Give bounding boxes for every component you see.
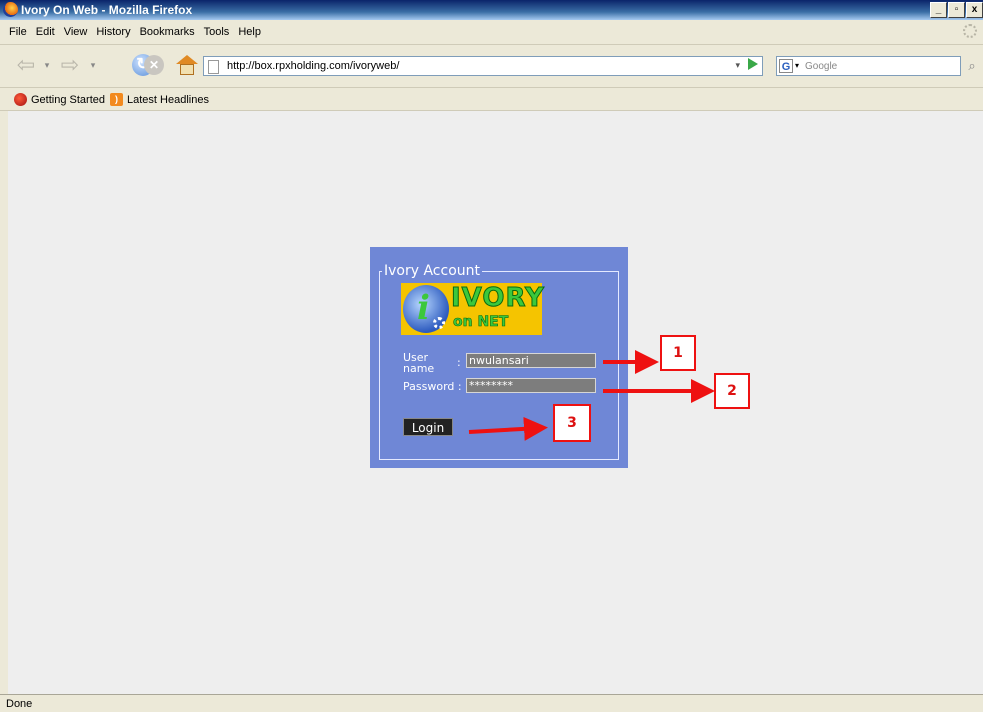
annotation-marker-3: 3	[553, 404, 591, 442]
annotation-arrow-3	[468, 416, 548, 441]
status-bar: Done	[0, 694, 983, 712]
status-text: Done	[6, 698, 33, 710]
annotation-arrows	[468, 350, 715, 441]
annotation-marker-1: 1	[660, 335, 696, 371]
annotation-marker-2: 2	[714, 373, 750, 409]
